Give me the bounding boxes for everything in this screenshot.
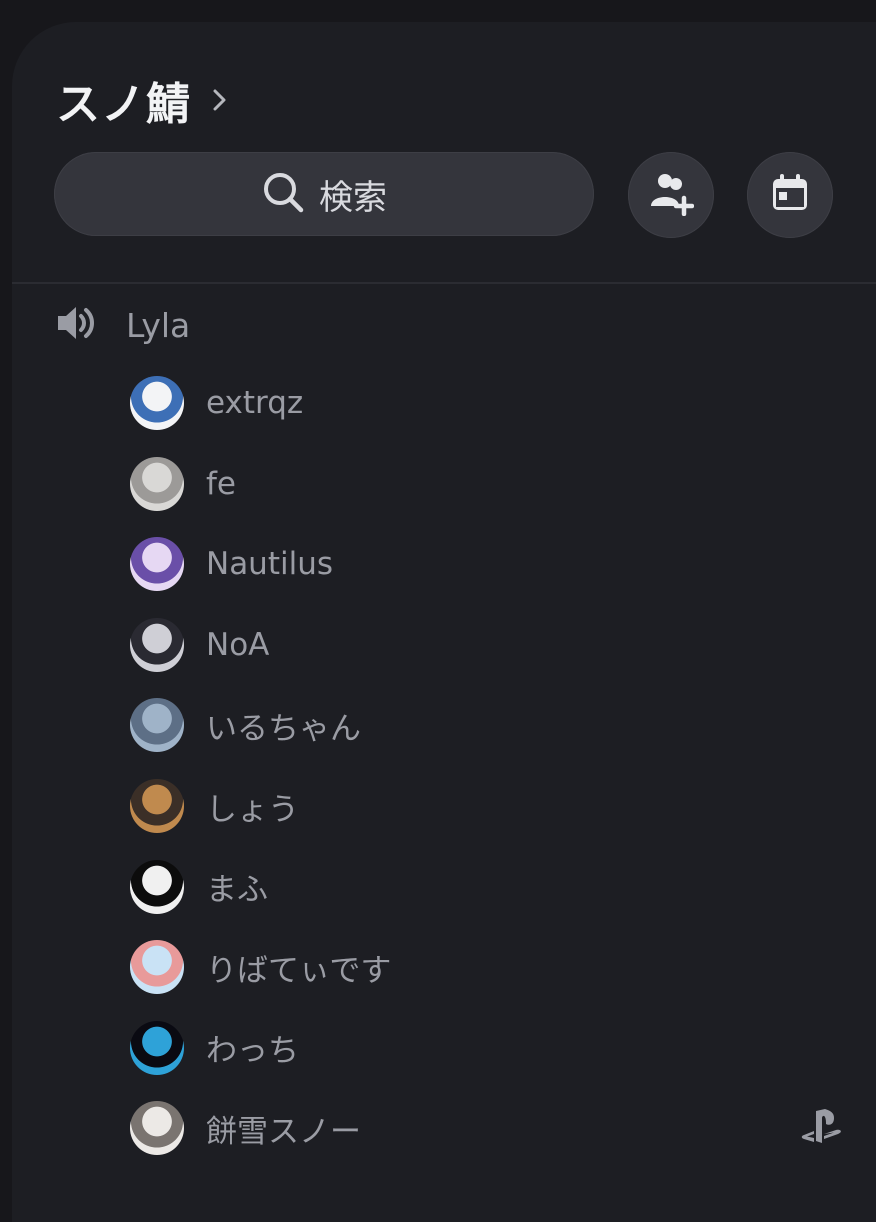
chevron-right-icon: [213, 88, 227, 116]
avatar[interactable]: [130, 1101, 184, 1156]
invite-members-button[interactable]: [628, 152, 714, 238]
avatar[interactable]: [130, 1020, 184, 1075]
member-name: しょう: [206, 791, 299, 828]
voice-member-row[interactable]: いるちゃん: [130, 698, 850, 753]
voice-member-row[interactable]: 餅雪スノー: [130, 1101, 850, 1156]
member-name: Nautilus: [206, 546, 334, 583]
avatar[interactable]: [130, 940, 184, 995]
voice-member-row[interactable]: しょう: [130, 779, 850, 833]
avatar[interactable]: [130, 456, 184, 511]
voice-member-row[interactable]: NoA: [130, 617, 850, 672]
search-icon: [261, 170, 305, 218]
voice-member-row[interactable]: extrqz: [130, 376, 850, 430]
avatar[interactable]: [130, 376, 184, 430]
avatar[interactable]: [130, 617, 184, 672]
member-name: fe: [206, 465, 236, 502]
avatar[interactable]: [130, 859, 184, 914]
search-button[interactable]: 検索: [54, 152, 594, 236]
voice-channel-lyla[interactable]: Lyla: [56, 300, 190, 350]
speaker-icon: [56, 303, 98, 347]
events-button[interactable]: [747, 152, 833, 238]
voice-member-row[interactable]: fe: [130, 456, 850, 511]
avatar[interactable]: [130, 537, 184, 592]
channel-name: Lyla: [126, 305, 191, 345]
voice-member-row[interactable]: りばてぃです: [130, 940, 850, 995]
member-name: 餅雪スノー: [206, 1113, 361, 1150]
member-name: りばてぃです: [206, 952, 392, 989]
voice-member-row[interactable]: まふ: [130, 859, 850, 914]
server-header[interactable]: スノ鯖: [56, 70, 227, 130]
calendar-icon: [768, 171, 812, 219]
voice-member-row[interactable]: Nautilus: [130, 537, 850, 592]
search-label: 検索: [319, 177, 387, 218]
playstation-icon: [800, 1109, 844, 1149]
avatar[interactable]: [130, 698, 184, 753]
member-name: まふ: [206, 872, 268, 909]
member-name: いるちゃん: [206, 710, 361, 747]
member-name: extrqz: [206, 385, 304, 421]
add-user-icon: [648, 170, 695, 220]
avatar[interactable]: [130, 779, 184, 833]
divider: [12, 282, 876, 284]
member-name: わっち: [206, 1033, 299, 1070]
voice-member-row[interactable]: わっち: [130, 1020, 850, 1075]
server-name: スノ鯖: [56, 79, 191, 130]
member-name: NoA: [206, 626, 270, 663]
